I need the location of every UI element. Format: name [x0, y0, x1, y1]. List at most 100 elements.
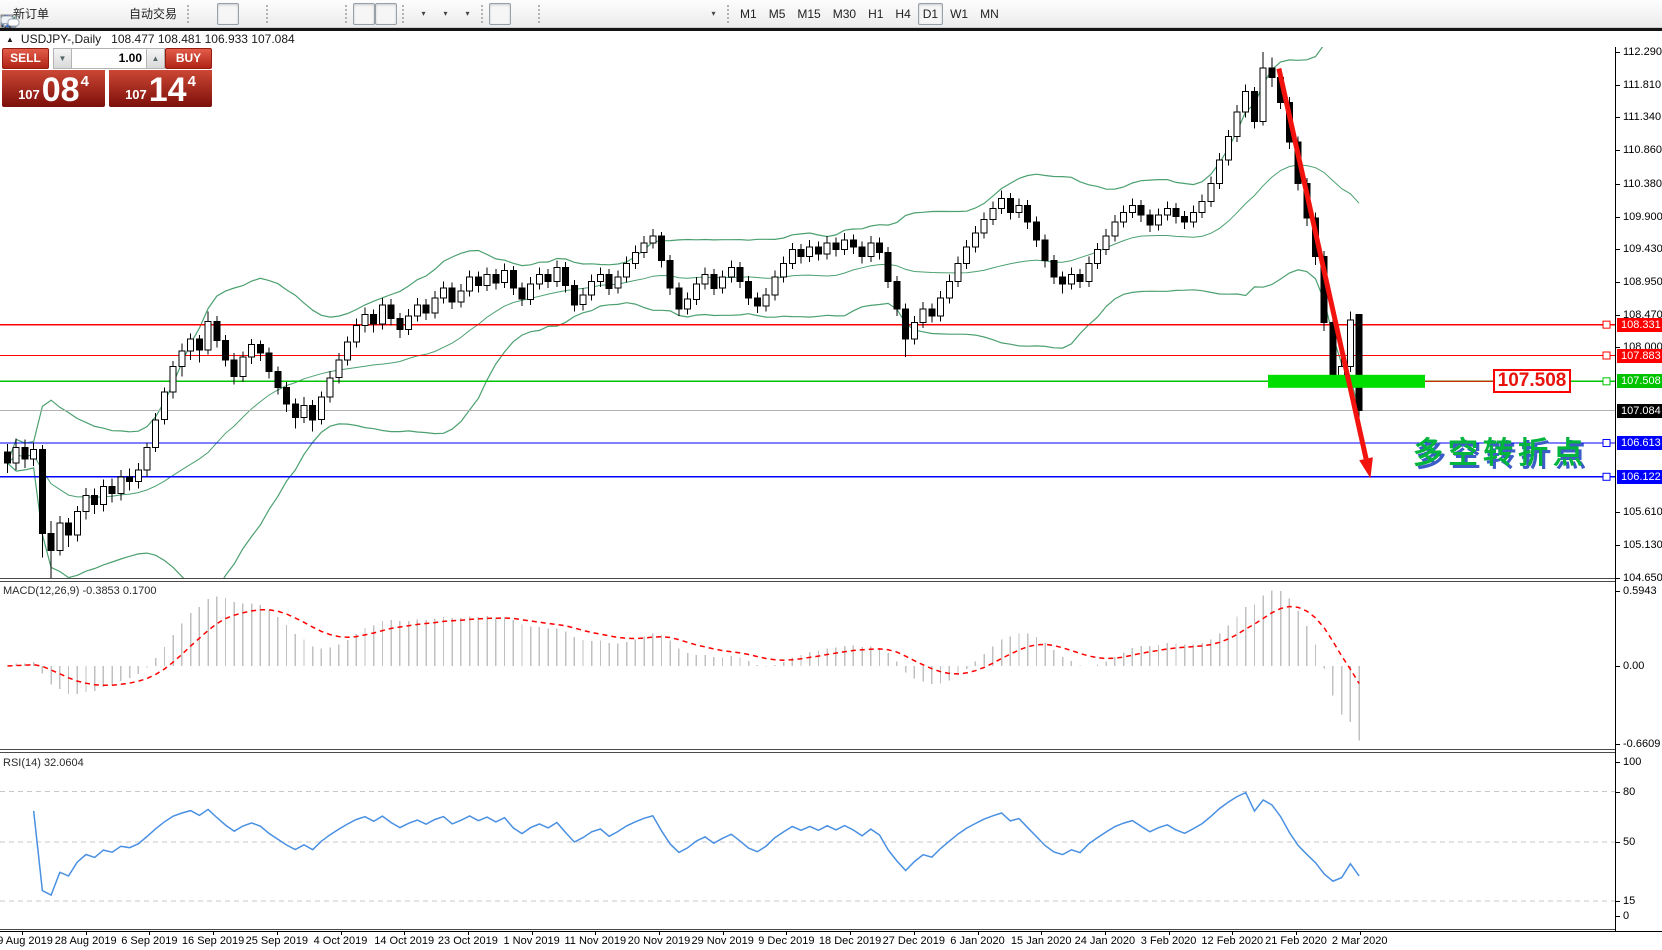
auto-scroll-button[interactable]: [353, 3, 375, 25]
price-tick-label: 111.810: [1623, 79, 1661, 91]
axis-tick-mark: [1616, 842, 1620, 843]
shapes-button[interactable]: ▾: [700, 3, 722, 25]
toolbar-grip: [538, 5, 540, 23]
price-badge-108.331[interactable]: 108.331: [1617, 318, 1662, 332]
buy-button[interactable]: BUY: [165, 48, 212, 69]
chart-candles-button[interactable]: [217, 3, 239, 25]
vertical-line-button[interactable]: [546, 3, 568, 25]
dropdown-caret-icon: ▾: [422, 10, 426, 18]
axis-tick-mark: [1616, 578, 1620, 579]
date-label: 6 Sep 2019: [121, 935, 177, 947]
zoom-in-button[interactable]: [274, 3, 296, 25]
date-label: 27 Dec 2019: [883, 935, 945, 947]
price-badge-107.883[interactable]: 107.883: [1617, 349, 1662, 363]
volume-decrease-button[interactable]: ▼: [53, 48, 72, 69]
timeframe-h1[interactable]: H1: [863, 3, 888, 25]
timeframe-mn[interactable]: MN: [975, 3, 1004, 25]
text-label-button[interactable]: T: [678, 3, 700, 25]
channel-button[interactable]: E: [612, 3, 634, 25]
price-level-label-box[interactable]: 107.508: [1493, 369, 1571, 393]
timeframe-w1[interactable]: W1: [945, 3, 973, 25]
main-price-chart[interactable]: [0, 47, 1615, 578]
chart-line-button[interactable]: [239, 3, 261, 25]
chart-shift-button[interactable]: [375, 3, 397, 25]
axis-tick-mark: [1616, 512, 1620, 513]
price-tick-label: 104.650: [1623, 572, 1662, 584]
date-label: 1 Nov 2019: [503, 935, 559, 947]
date-label: 16 Sep 2019: [182, 935, 244, 947]
rsi-tick-label: 15: [1623, 895, 1635, 907]
axis-tick-mark: [1616, 282, 1620, 283]
indicators-button[interactable]: ▾: [454, 3, 476, 25]
date-label: 21 Feb 2020: [1265, 935, 1327, 947]
dropdown-caret-icon: ▾: [466, 10, 470, 18]
price-badge-107.508[interactable]: 107.508: [1617, 374, 1662, 388]
cursor-button[interactable]: [489, 3, 511, 25]
sell-price-display[interactable]: 107 08 4: [2, 70, 105, 107]
date-label: 6 Jan 2020: [950, 935, 1004, 947]
date-label: 2 Mar 2020: [1332, 935, 1388, 947]
date-label: 11 Nov 2019: [565, 935, 627, 947]
timeframe-h4[interactable]: H4: [890, 3, 915, 25]
buy-price-pips: 14: [149, 73, 187, 107]
new-chart-button[interactable]: ▾: [410, 3, 432, 25]
price-tick-label: 105.610: [1623, 506, 1662, 518]
chart-bars-button[interactable]: [195, 3, 217, 25]
date-label: 29 Nov 2019: [691, 935, 753, 947]
profiles-clock-button[interactable]: ▾: [432, 3, 454, 25]
price-badge-107.084[interactable]: 107.084: [1617, 404, 1662, 418]
sell-price-fraction: 4: [81, 73, 89, 90]
auto-trading-button[interactable]: 自动交易: [120, 3, 182, 25]
macd-label: MACD(12,26,9) -0.3853 0.1700: [3, 585, 157, 597]
macd-name: MACD(12,26,9): [3, 585, 79, 597]
rsi-indicator-pane[interactable]: [0, 753, 1615, 929]
sound-button[interactable]: [98, 3, 120, 25]
buy-price-display[interactable]: 107 14 4: [109, 70, 212, 107]
tile-windows-button[interactable]: [318, 3, 340, 25]
chat-button[interactable]: [1630, 3, 1652, 25]
macd-values: -0.3853 0.1700: [82, 585, 156, 597]
search-button[interactable]: [1598, 3, 1620, 25]
timeframe-m15[interactable]: M15: [792, 3, 825, 25]
pane-separator[interactable]: [0, 749, 1662, 753]
timeframe-m1[interactable]: M1: [735, 3, 762, 25]
timeframe-m30[interactable]: M30: [828, 3, 861, 25]
price-tick-label: 111.340: [1623, 111, 1661, 123]
trendline-button[interactable]: [590, 3, 612, 25]
crosshair-button[interactable]: [511, 3, 533, 25]
profile-button[interactable]: [76, 3, 98, 25]
horizontal-line-button[interactable]: [568, 3, 590, 25]
timeframe-d1[interactable]: D1: [918, 3, 943, 25]
pane-separator[interactable]: [0, 578, 1662, 582]
chart-ohlc-values: 108.477 108.481 106.933 107.084: [111, 32, 295, 46]
turning-point-annotation[interactable]: 多空转折点: [1413, 437, 1588, 471]
macd-indicator-pane[interactable]: [0, 582, 1615, 749]
axis-tick-mark: [1616, 916, 1620, 917]
chart-title: USDJPY-,Daily: [21, 32, 101, 46]
chart-titlebar[interactable]: ▲ USDJPY-,Daily 108.477 108.481 106.933 …: [0, 31, 1662, 47]
buy-price-fraction: 4: [188, 73, 196, 90]
volume-input[interactable]: 1.00: [72, 48, 146, 69]
date-label: 15 Jan 2020: [1011, 935, 1072, 947]
price-badge-106.122[interactable]: 106.122: [1617, 470, 1662, 484]
price-axis[interactable]: 112.290111.810111.340110.860110.380109.9…: [1615, 47, 1662, 931]
axis-tick-mark: [1616, 315, 1620, 316]
text-button[interactable]: A: [656, 3, 678, 25]
volume-increase-button[interactable]: ▲: [146, 48, 165, 69]
toolbar-grip: [345, 5, 347, 23]
auto-trading-label: 自动交易: [129, 5, 177, 22]
price-tick-label: 110.380: [1623, 178, 1662, 190]
date-label: 20 Nov 2019: [628, 935, 690, 947]
toolbar-grip: [402, 5, 404, 23]
charts-folder-button[interactable]: [54, 3, 76, 25]
macd-tick-label: 0.5943: [1623, 585, 1657, 597]
sell-button[interactable]: SELL: [2, 48, 49, 69]
fibonacci-button[interactable]: F: [634, 3, 656, 25]
sell-price-big-figure: 107: [18, 87, 40, 102]
zoom-out-button[interactable]: [296, 3, 318, 25]
timeframe-m5[interactable]: M5: [764, 3, 791, 25]
price-badge-106.613[interactable]: 106.613: [1617, 436, 1662, 450]
timeframe-group: M1M5M15M30H1H4D1W1MN: [735, 3, 1004, 25]
date-axis[interactable]: 19 Aug 201928 Aug 20196 Sep 201916 Sep 2…: [0, 931, 1662, 950]
axis-tick-mark: [1616, 117, 1620, 118]
